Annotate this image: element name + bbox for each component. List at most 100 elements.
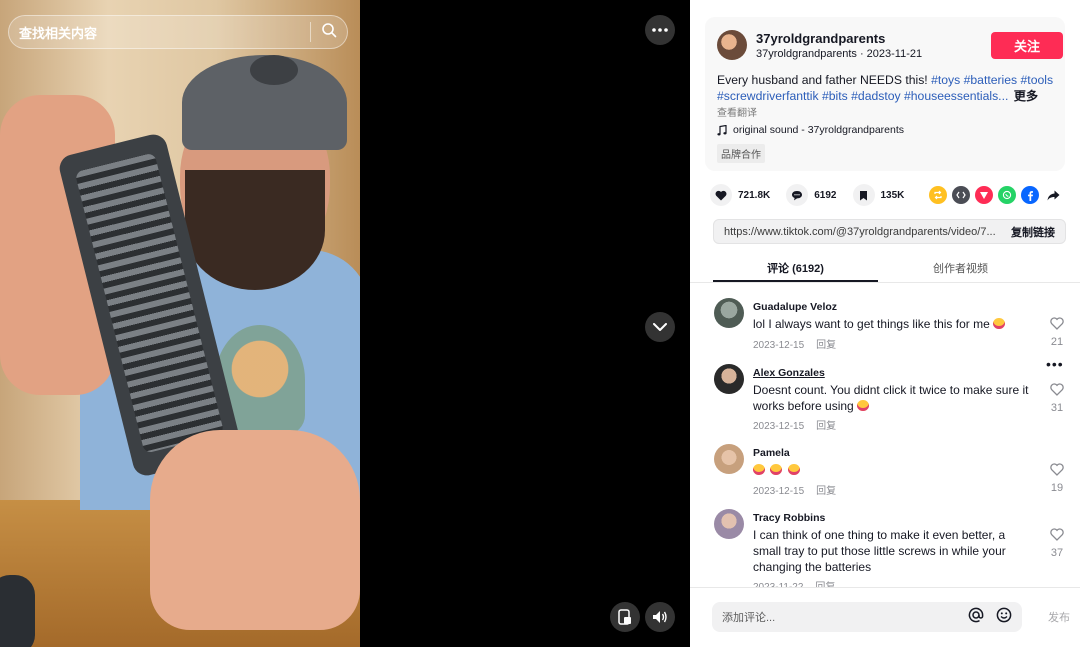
- hashtag-link[interactable]: #toys: [931, 73, 960, 87]
- laughing-emoji-icon: [787, 464, 800, 475]
- laughing-emoji-icon: [770, 464, 783, 475]
- description-text: Every husband and father NEEDS this!: [717, 73, 932, 87]
- tabs-divider: [690, 282, 1080, 283]
- comment-item: Pamela 2023-12-15 回复 19: [714, 436, 1064, 501]
- heart-outline-icon: [1050, 317, 1064, 330]
- comment-date: 2023-12-15: [753, 486, 805, 497]
- commenter-name[interactable]: Pamela: [753, 447, 790, 459]
- comment-date: 2023-12-15: [753, 421, 805, 432]
- heart-outline-icon: [1050, 528, 1064, 541]
- comment-list[interactable]: Guadalupe Veloz lol I always want to get…: [690, 290, 1080, 587]
- comment-meta: 2023-12-15 回复: [753, 417, 836, 432]
- chevron-down-icon: [653, 322, 667, 331]
- search-icon[interactable]: [321, 22, 337, 43]
- heart-outline-icon: [1050, 383, 1064, 396]
- tab-creator-videos[interactable]: 创作者视频: [878, 252, 1043, 282]
- facebook-icon[interactable]: [1021, 186, 1039, 204]
- video-person-beard: [185, 170, 325, 290]
- video-player[interactable]: 查找相关内容: [0, 0, 690, 647]
- comment-like-button[interactable]: 21: [1048, 317, 1066, 348]
- comment-bubble-icon: [786, 184, 809, 206]
- share-arrow-icon[interactable]: [1044, 186, 1062, 204]
- sound-link[interactable]: original sound - 37yroldgrandparents: [717, 124, 904, 136]
- video-link-field[interactable]: https://www.tiktok.com/@37yroldgrandpare…: [713, 219, 1066, 244]
- hashtag-link[interactable]: #batteries: [964, 73, 1018, 87]
- comment-text-content: lol I always want to get things like thi…: [753, 317, 990, 331]
- post-comment-button[interactable]: 发布: [1048, 609, 1070, 625]
- comment-text: Doesnt count. You didnt click it twice t…: [753, 382, 1031, 414]
- search-input[interactable]: 查找相关内容: [8, 15, 348, 49]
- reply-button[interactable]: 回复: [816, 421, 836, 432]
- video-info-card: 37yroldgrandparents 37yroldgrandparents …: [705, 17, 1065, 171]
- author-avatar[interactable]: [717, 30, 747, 60]
- comment-meta: 2023-12-15 回复: [753, 336, 836, 351]
- heart-icon: [710, 184, 732, 206]
- speaker-icon: [653, 611, 667, 623]
- comment-text: [753, 462, 1031, 478]
- comment-meta: 2023-11-22回复: [753, 578, 835, 587]
- comment-like-button[interactable]: 19: [1048, 463, 1066, 494]
- comment-like-button[interactable]: 31: [1048, 383, 1066, 414]
- comment-button[interactable]: 6192: [786, 184, 837, 206]
- comment-text: lol I always want to get things like thi…: [753, 316, 1031, 332]
- video-description: Every husband and father NEEDS this! #to…: [717, 72, 1062, 104]
- hashtag-link[interactable]: #screwdriverfanttik: [717, 89, 819, 103]
- comment-count: 6192: [814, 189, 837, 201]
- share-icons: [929, 186, 1062, 204]
- mention-icon[interactable]: [968, 607, 984, 628]
- reply-button[interactable]: 回复: [816, 340, 836, 351]
- hashtag-link[interactable]: #houseessentials...: [904, 89, 1008, 103]
- heart-outline-icon: [1050, 463, 1064, 476]
- video-cap-logo: [250, 55, 298, 85]
- comment-input-divider: [690, 587, 1080, 588]
- follow-button[interactable]: 关注: [991, 32, 1063, 59]
- whatsapp-icon[interactable]: [998, 186, 1016, 204]
- hashtag-link[interactable]: #dadstoy: [851, 89, 900, 103]
- commenter-name[interactable]: Alex Gonzales: [753, 367, 825, 379]
- comment-tabs: 评论 (6192) 创作者视频: [713, 252, 1043, 282]
- author-username[interactable]: 37yroldgrandparents: [756, 31, 885, 46]
- side-panel: 37yroldgrandparents 37yroldgrandparents …: [690, 0, 1080, 647]
- more-options-button[interactable]: [645, 15, 675, 45]
- save-count: 135K: [880, 189, 905, 201]
- copy-link-button[interactable]: 复制链接: [1011, 224, 1055, 240]
- author-subline: 37yroldgrandparents · 2023-11-21: [756, 48, 923, 60]
- comment-input-field[interactable]: 添加评论...: [712, 602, 1022, 632]
- video-frame[interactable]: 查找相关内容: [0, 0, 360, 647]
- emoji-picker-icon[interactable]: [996, 607, 1012, 628]
- laughing-emoji-icon: [857, 400, 870, 411]
- embed-icon[interactable]: [952, 186, 970, 204]
- comment-item: Tracy Robbins I can think of one thing t…: [714, 501, 1064, 587]
- commenter-avatar[interactable]: [714, 298, 744, 328]
- picture-in-picture-button[interactable]: [610, 602, 640, 632]
- video-right-hand: [150, 430, 360, 630]
- repost-icon[interactable]: [929, 186, 947, 204]
- next-video-button[interactable]: [645, 312, 675, 342]
- reply-button[interactable]: 回复: [816, 486, 836, 497]
- commenter-avatar[interactable]: [714, 444, 744, 474]
- save-button[interactable]: 135K: [852, 184, 905, 206]
- commenter-avatar[interactable]: [714, 364, 744, 394]
- picture-in-picture-icon: [618, 609, 631, 625]
- video-foreground-object: [0, 575, 35, 647]
- commenter-avatar[interactable]: [714, 509, 744, 539]
- commenter-name[interactable]: Tracy Robbins: [753, 512, 825, 524]
- bookmark-icon: [852, 184, 875, 206]
- translate-link[interactable]: 查看翻译: [717, 104, 757, 119]
- search-divider: [310, 22, 311, 42]
- hashtag-link[interactable]: #tools: [1021, 73, 1054, 87]
- more-description-link[interactable]: 更多: [1014, 89, 1038, 103]
- volume-button[interactable]: [645, 602, 675, 632]
- send-icon[interactable]: [975, 186, 993, 204]
- comment-item: Alex Gonzales ••• Doesnt count. You didn…: [714, 356, 1064, 436]
- comment-text-content: Doesnt count. You didnt click it twice t…: [753, 383, 1029, 413]
- hashtag-link[interactable]: #bits: [822, 89, 848, 103]
- like-button[interactable]: 721.8K: [710, 184, 770, 206]
- more-dots-icon: [652, 28, 668, 32]
- comment-more-icon[interactable]: •••: [1046, 356, 1064, 372]
- commenter-name[interactable]: Guadalupe Veloz: [753, 301, 837, 313]
- tab-comments[interactable]: 评论 (6192): [713, 252, 878, 282]
- comment-like-button[interactable]: 37: [1048, 528, 1066, 559]
- comment-text: I can think of one thing to make it even…: [753, 528, 1006, 574]
- comment-meta: 2023-12-15 回复: [753, 482, 836, 497]
